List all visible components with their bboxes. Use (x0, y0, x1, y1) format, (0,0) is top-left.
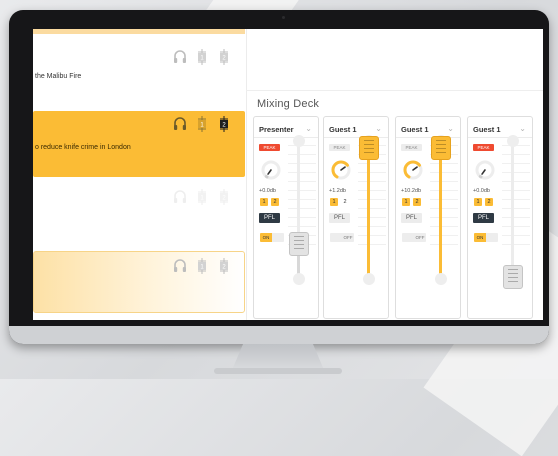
bus-1-toggle[interactable]: 1 (260, 198, 268, 206)
gain-knob[interactable] (330, 159, 352, 181)
channel-name[interactable]: Presenter (259, 125, 294, 134)
bus-2-toggle[interactable]: 2 (485, 198, 493, 206)
on-off-toggle[interactable]: ON (260, 233, 284, 242)
on-off-toggle[interactable]: OFF (330, 233, 354, 242)
gain-value: +0.0db (473, 188, 490, 194)
channel-strip: Guest 1 ⌄ PEAK +10.2db 1 2 PFL OFF (395, 116, 461, 319)
headphones-icon[interactable] (173, 115, 187, 133)
cue-marker-icon[interactable]: 2 (217, 188, 231, 206)
cue-marker-icon[interactable]: 2 (217, 48, 231, 66)
playlist-row-title: o reduce knife crime in London (35, 144, 131, 151)
channel-name[interactable]: Guest 1 (329, 125, 357, 134)
headphones-icon[interactable] (173, 48, 187, 66)
fader-bottom-stop (435, 273, 447, 285)
gain-value: +1.2db (329, 188, 346, 194)
channel-name[interactable]: Guest 1 (401, 125, 429, 134)
app-screen: the Malibu Fire 1 2 o reduce knife crime… (33, 29, 543, 320)
on-off-toggle[interactable]: ON (474, 233, 498, 242)
cue-marker-icon[interactable]: 2 (217, 115, 231, 133)
camera-dot (282, 16, 285, 19)
monitor-stand-base (214, 368, 342, 374)
bus-2-toggle[interactable]: 2 (271, 198, 279, 206)
pfl-button[interactable]: PFL (473, 213, 494, 223)
fader-bottom-stop (293, 273, 305, 285)
fader-handle[interactable] (431, 135, 451, 160)
bus-1-toggle[interactable]: 1 (402, 198, 410, 206)
on-off-toggle[interactable]: OFF (402, 233, 426, 242)
chevron-down-icon[interactable]: ⌄ (305, 124, 312, 133)
bus-1-toggle[interactable]: 1 (474, 198, 482, 206)
cue-marker-icon[interactable]: 1 (195, 257, 209, 275)
peak-indicator: PEAK (259, 144, 280, 151)
peak-indicator: PEAK (401, 144, 422, 151)
playlist-row-next[interactable]: 1 2 (33, 251, 245, 313)
fader-handle[interactable] (289, 232, 309, 257)
cue-marker-icon[interactable]: 1 (195, 188, 209, 206)
panel-divider (246, 29, 247, 320)
playlist-row[interactable]: the Malibu Fire 1 2 (33, 34, 245, 100)
fader-top-stop (293, 135, 305, 147)
pfl-button[interactable]: PFL (259, 213, 280, 223)
bus-2-toggle[interactable]: 2 (341, 198, 349, 206)
channel-strip: Guest 1 ⌄ PEAK +0.0db 1 2 PFL ON (467, 116, 533, 319)
monitor-chin (9, 326, 549, 344)
fader-fill (367, 147, 370, 277)
gain-value: +0.0db (259, 188, 276, 194)
toggle-state-label: OFF (342, 233, 354, 242)
peak-indicator: PEAK (473, 144, 494, 151)
headphones-icon[interactable] (173, 188, 187, 206)
toggle-state-label: OFF (414, 233, 426, 242)
chevron-down-icon[interactable]: ⌄ (447, 124, 454, 133)
fader-scale (502, 145, 530, 253)
gain-knob[interactable] (260, 159, 282, 181)
chevron-down-icon[interactable]: ⌄ (375, 124, 382, 133)
fader-bottom-stop (363, 273, 375, 285)
fader-handle[interactable] (503, 265, 523, 289)
bus-2-toggle[interactable]: 2 (413, 198, 421, 206)
gain-knob[interactable] (474, 159, 496, 181)
cue-marker-icon[interactable]: 1 (195, 48, 209, 66)
peak-indicator: PEAK (329, 144, 350, 151)
fader-scale (358, 145, 386, 253)
pfl-button[interactable]: PFL (401, 213, 422, 223)
channel-name[interactable]: Guest 1 (473, 125, 501, 134)
bus-1-toggle[interactable]: 1 (330, 198, 338, 206)
deck-divider (246, 90, 543, 91)
chevron-down-icon[interactable]: ⌄ (519, 124, 526, 133)
headphones-icon[interactable] (173, 257, 187, 275)
playlist-row-active[interactable]: o reduce knife crime in London 1 2 (33, 111, 245, 177)
channel-strip: Guest 1 ⌄ PEAK +1.2db 1 2 PFL OFF (323, 116, 389, 319)
fader-track (511, 141, 514, 277)
fader-fill (439, 147, 442, 277)
gain-knob[interactable] (402, 159, 424, 181)
monitor-stand (232, 344, 324, 370)
playlist-row[interactable]: 1 2 (33, 177, 245, 243)
cue-marker-icon[interactable]: 1 (195, 115, 209, 133)
fader-scale (430, 145, 458, 253)
mixing-deck-title: Mixing Deck (257, 98, 320, 110)
cue-marker-icon[interactable]: 2 (217, 257, 231, 275)
playlist-row-title: the Malibu Fire (35, 73, 82, 80)
channel-strip: Presenter ⌄ PEAK +0.0db 1 2 PFL ON (253, 116, 319, 319)
toggle-state-label: ON (260, 233, 272, 242)
fader-handle[interactable] (359, 135, 379, 160)
channel-header-divider (468, 137, 532, 138)
fader-top-stop (507, 135, 519, 147)
gain-value: +10.2db (401, 188, 422, 194)
channel-header-divider (254, 137, 318, 138)
toggle-state-label: ON (474, 233, 486, 242)
playlist-panel: the Malibu Fire 1 2 o reduce knife crime… (33, 29, 246, 320)
pfl-button[interactable]: PFL (329, 213, 350, 223)
